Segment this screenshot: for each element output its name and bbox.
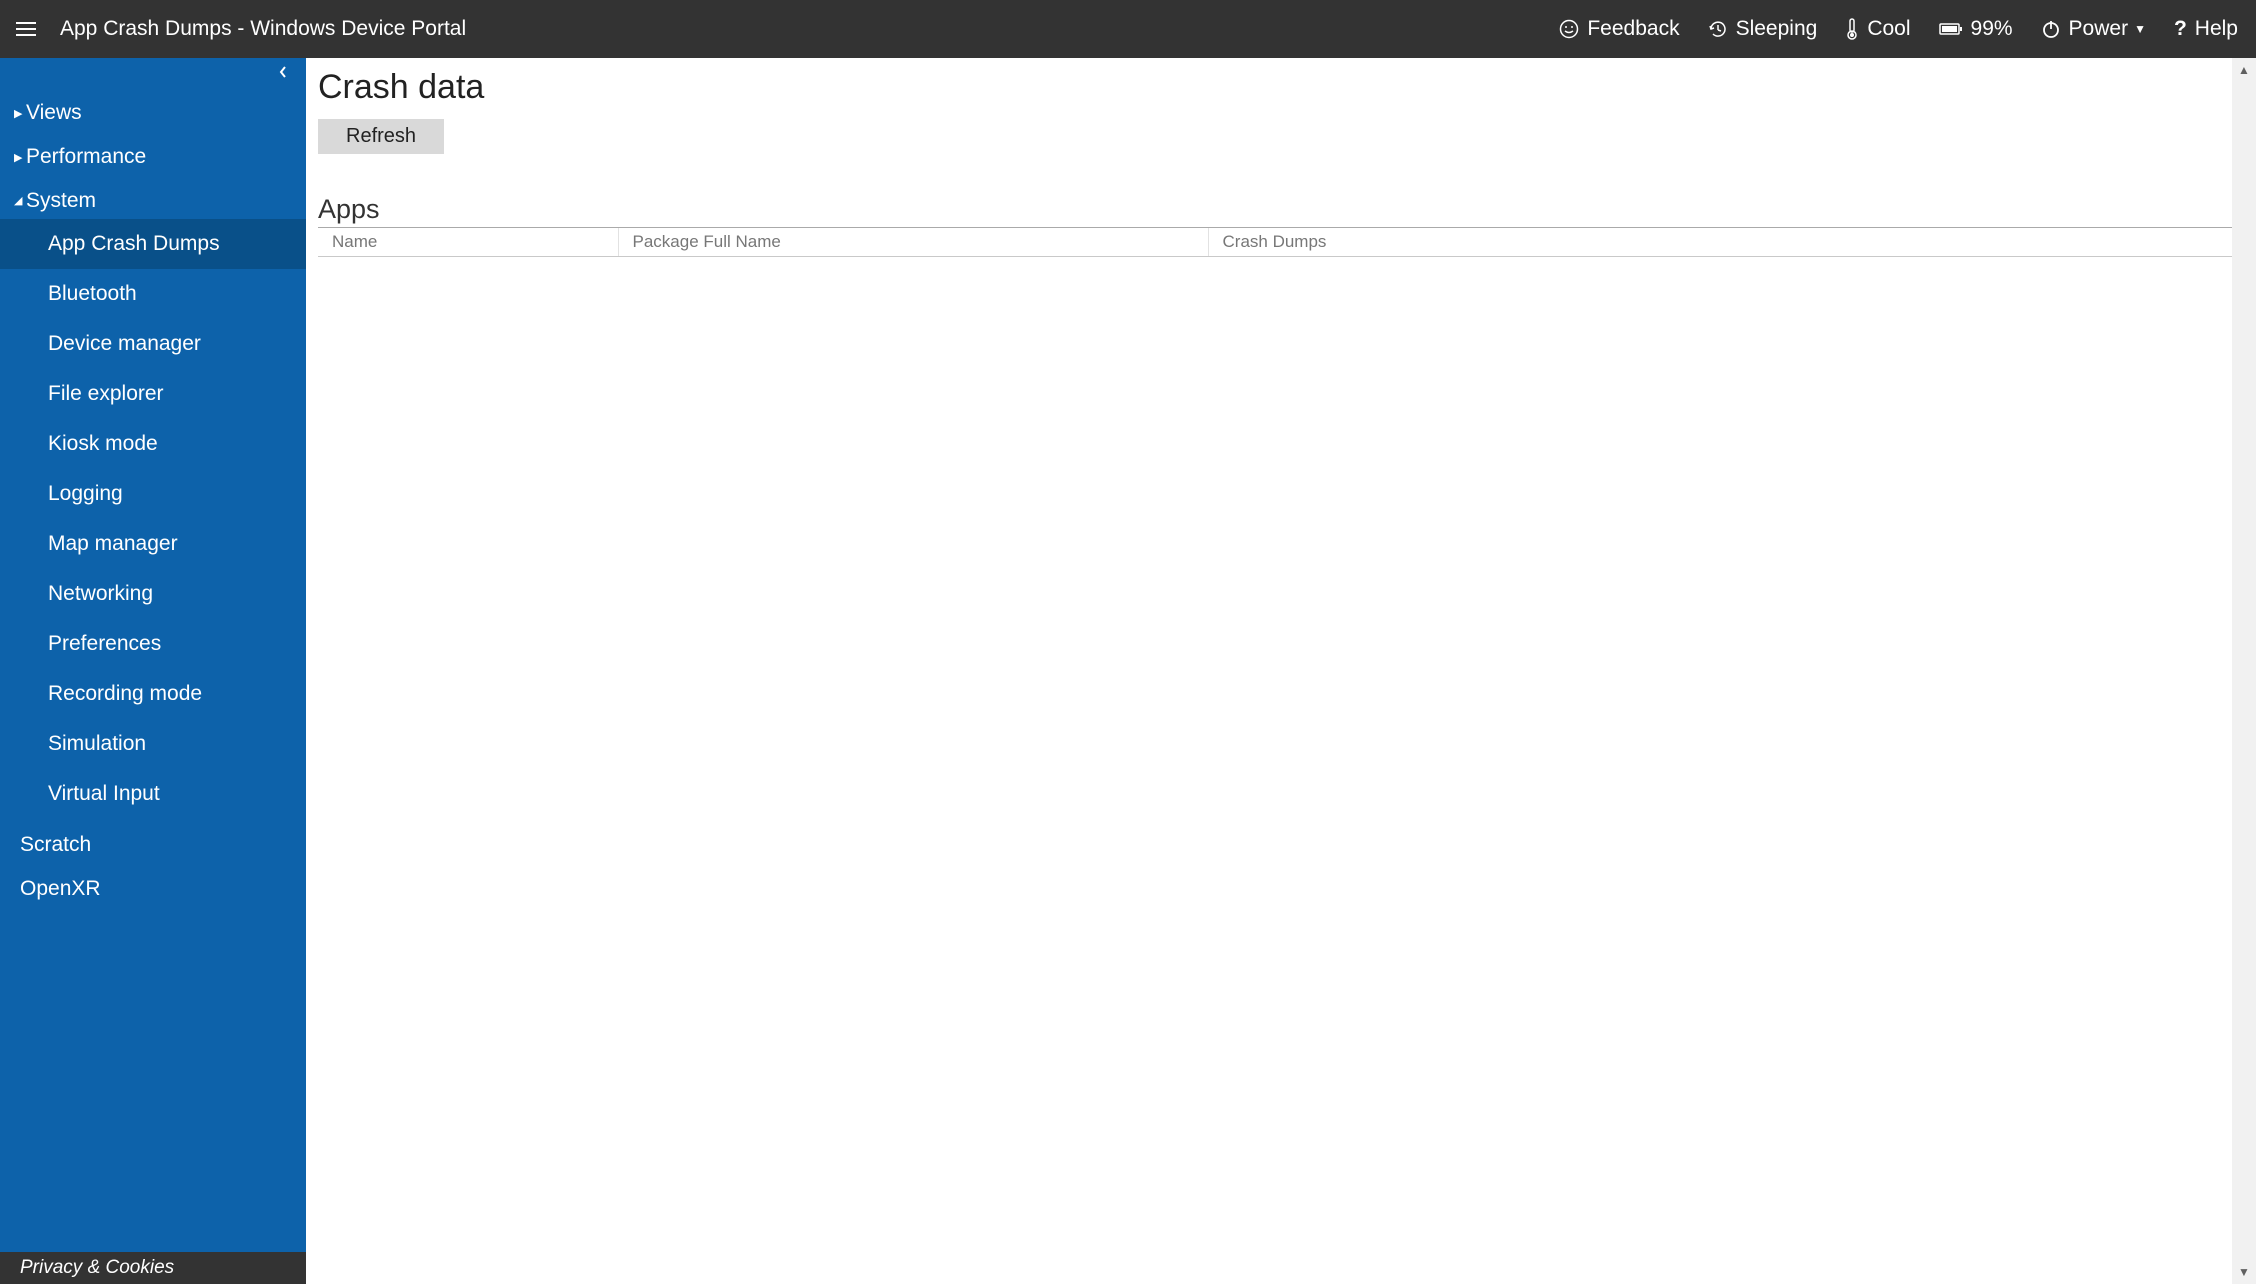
- sidebar-section-performance[interactable]: ▶ Performance: [0, 135, 306, 179]
- sidebar-section-views[interactable]: ▶ Views: [0, 91, 306, 135]
- hamburger-menu-button[interactable]: [10, 13, 42, 45]
- power-icon: [2041, 19, 2061, 39]
- sidebar-item-app-crash-dumps[interactable]: App Crash Dumps: [0, 219, 306, 269]
- collapse-sidebar-button[interactable]: [278, 65, 288, 84]
- caret-down-icon: ▼: [2134, 22, 2146, 36]
- sidebar-item-logging[interactable]: Logging: [0, 469, 306, 519]
- privacy-cookies-link[interactable]: Privacy & Cookies: [0, 1252, 306, 1284]
- sidebar-item-bluetooth[interactable]: Bluetooth: [0, 269, 306, 319]
- sidebar-item-virtual-input[interactable]: Virtual Input: [0, 769, 306, 819]
- sidebar-section-label: Performance: [26, 145, 146, 169]
- sidebar-item-scratch[interactable]: Scratch: [0, 823, 306, 867]
- caret-right-icon: ▶: [14, 151, 24, 164]
- sleep-label: Sleeping: [1736, 17, 1818, 41]
- refresh-button[interactable]: Refresh: [318, 119, 444, 154]
- vertical-scrollbar[interactable]: ▲ ▼: [2232, 58, 2256, 1284]
- topbar: App Crash Dumps - Windows Device Portal …: [0, 0, 2256, 58]
- sidebar-item-recording-mode[interactable]: Recording mode: [0, 669, 306, 719]
- sleep-status[interactable]: Sleeping: [1708, 17, 1818, 41]
- smile-icon: [1559, 19, 1579, 39]
- column-name[interactable]: Name: [318, 228, 618, 257]
- battery-status[interactable]: 99%: [1939, 17, 2013, 41]
- sidebar: ▶ Views ▶ Performance ◢ System App Crash…: [0, 58, 306, 1284]
- caret-down-icon: ◢: [14, 194, 24, 207]
- sidebar-section-label: System: [26, 189, 96, 213]
- table-header-row: Name Package Full Name Crash Dumps: [318, 228, 2238, 257]
- sidebar-item-map-manager[interactable]: Map manager: [0, 519, 306, 569]
- sidebar-item-device-manager[interactable]: Device manager: [0, 319, 306, 369]
- feedback-button[interactable]: Feedback: [1559, 17, 1679, 41]
- temperature-status[interactable]: Cool: [1845, 17, 1910, 41]
- power-label: Power: [2069, 17, 2129, 41]
- apps-table: Name Package Full Name Crash Dumps: [318, 227, 2238, 257]
- scroll-up-arrow-icon[interactable]: ▲: [2232, 58, 2256, 82]
- scroll-down-arrow-icon[interactable]: ▼: [2232, 1260, 2256, 1284]
- thermometer-icon: [1845, 18, 1859, 40]
- help-button[interactable]: ? Help: [2174, 17, 2238, 41]
- power-menu[interactable]: Power ▼: [2041, 17, 2146, 41]
- help-label: Help: [2195, 17, 2238, 41]
- crash-data-heading: Crash data: [318, 68, 2238, 107]
- page-title: App Crash Dumps - Windows Device Portal: [60, 17, 466, 41]
- history-icon: [1708, 19, 1728, 39]
- column-package-full-name[interactable]: Package Full Name: [618, 228, 1208, 257]
- sidebar-item-preferences[interactable]: Preferences: [0, 619, 306, 669]
- sidebar-section-label: Views: [26, 101, 82, 125]
- sidebar-item-simulation[interactable]: Simulation: [0, 719, 306, 769]
- battery-label: 99%: [1971, 17, 2013, 41]
- battery-icon: [1939, 22, 1963, 36]
- sidebar-item-file-explorer[interactable]: File explorer: [0, 369, 306, 419]
- apps-heading: Apps: [318, 194, 2238, 225]
- caret-right-icon: ▶: [14, 107, 24, 120]
- feedback-label: Feedback: [1587, 17, 1679, 41]
- sidebar-item-kiosk-mode[interactable]: Kiosk mode: [0, 419, 306, 469]
- sidebar-item-networking[interactable]: Networking: [0, 569, 306, 619]
- column-crash-dumps[interactable]: Crash Dumps: [1208, 228, 2238, 257]
- sidebar-item-openxr[interactable]: OpenXR: [0, 867, 306, 911]
- chevron-left-icon: [278, 65, 288, 79]
- hamburger-icon: [16, 21, 36, 37]
- sidebar-section-system[interactable]: ◢ System: [0, 179, 306, 219]
- question-icon: ?: [2174, 17, 2187, 41]
- main-content: Crash data Refresh Apps Name Package Ful…: [306, 58, 2256, 1284]
- temperature-label: Cool: [1867, 17, 1910, 41]
